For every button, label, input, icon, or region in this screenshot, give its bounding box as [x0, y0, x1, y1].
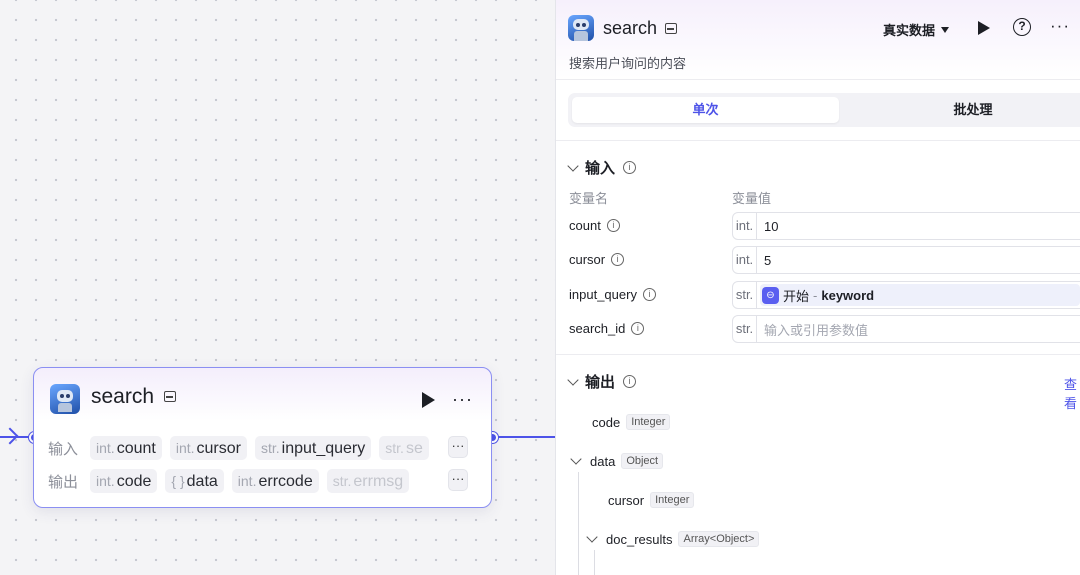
info-icon: i [623, 375, 637, 388]
output-section-title: 输出 [585, 374, 616, 391]
input-chip-count: int. count [90, 436, 162, 460]
inputs-more-button[interactable]: ··· [448, 436, 468, 458]
panel-more-button[interactable]: ··· [1050, 16, 1070, 36]
ref-source: 开始 [783, 288, 810, 304]
search-id-placeholder: 输入或引用参数值 [764, 322, 869, 338]
mode-tabs: 单次 批处理 [568, 93, 1080, 127]
column-header-value: 变量值 [732, 191, 772, 206]
cursor-input[interactable]: int. 5 [732, 246, 1080, 274]
start-node-icon: ⊖ [762, 286, 779, 304]
panel-header: search 搜索用户询问的内容 真实数据 ? ··· [556, 0, 1080, 80]
type-badge: Integer [650, 492, 695, 508]
output-section-toggle[interactable]: 输出 i [567, 371, 637, 392]
output-chip-errmsg: str. errmsg [326, 469, 410, 493]
outgoing-edge [494, 436, 556, 438]
output-chip-code: int. code [90, 469, 158, 493]
data-mode-select[interactable]: 真实数据 [883, 20, 950, 39]
cursor-value: 5 [764, 252, 772, 268]
tab-single[interactable]: 单次 [572, 97, 839, 123]
chevron-down-icon [567, 373, 579, 386]
type-tag: int. [733, 247, 757, 273]
type-badge: Integer [626, 414, 671, 430]
input-section-title: 输入 [585, 160, 616, 177]
caret-down-icon [941, 26, 950, 33]
inputs-label: 输入 [48, 440, 79, 458]
tree-guide-line [594, 550, 595, 575]
chevron-down-icon [567, 159, 579, 172]
input-chip-input-query: str. input_query [254, 436, 372, 460]
node-outputs-row: 输出 int. code { } data int. errcode str. errm… [48, 469, 410, 493]
incoming-edge-arrow [1, 427, 19, 445]
type-tag: str. [733, 282, 757, 308]
type-badge: Object [621, 453, 664, 469]
count-value: 10 [764, 218, 779, 234]
type-tag: str. [733, 316, 757, 342]
node-run-button[interactable] [422, 392, 435, 408]
input-chip-cursor: int. cursor [169, 436, 247, 460]
node-title: search [91, 385, 155, 408]
info-icon: i [623, 161, 637, 174]
ref-key: keyword [821, 287, 875, 303]
variable-label-search-id: search_id i [569, 321, 645, 336]
outputs-more-button[interactable]: ··· [448, 469, 468, 491]
node-more-button[interactable]: ··· [452, 389, 473, 410]
robot-avatar-icon [50, 384, 80, 414]
tree-guide-line [578, 472, 579, 575]
count-input[interactable]: int. 10 [732, 212, 1080, 240]
chevron-down-icon [586, 531, 598, 543]
node-test-panel: search 搜索用户询问的内容 真实数据 ? ··· 单次 批处理 输入 i … [555, 0, 1080, 575]
output-field-doc-results[interactable]: doc_results Array<Object> [586, 531, 760, 547]
type-tag: int. [733, 213, 757, 239]
output-chip-errcode: int. errcode [231, 469, 319, 493]
panel-title: search [603, 18, 658, 38]
view-link[interactable]: 查看 [1064, 374, 1080, 412]
output-field-cursor: cursor Integer [608, 492, 695, 508]
type-badge: Array<Object> [678, 531, 760, 547]
search-id-input[interactable]: str. 输入或引用参数值 [732, 315, 1080, 343]
node-inputs-row: 输入 int. count int. cursor str. input_query … [48, 436, 429, 460]
tab-batch[interactable]: 批处理 [843, 97, 1080, 123]
search-node[interactable]: search ··· 输入 int. count int. cursor str. i… [33, 367, 492, 508]
plugin-badge-icon [665, 23, 677, 34]
output-field-code: code Integer [592, 414, 671, 430]
run-button[interactable] [978, 21, 990, 35]
plugin-badge-icon [164, 391, 176, 402]
variable-label-cursor: cursor i [569, 252, 625, 267]
divider [556, 140, 1080, 141]
ref-separator: - [813, 287, 818, 303]
input-query-input[interactable]: str. ⊖ 开始 - keyword [732, 281, 1080, 309]
output-chip-data: { } data [165, 469, 224, 493]
divider [556, 354, 1080, 355]
info-icon: i [631, 322, 645, 335]
info-icon: i [611, 253, 625, 266]
variable-label-count: count i [569, 218, 620, 233]
input-section-toggle[interactable]: 输入 i [567, 157, 637, 178]
help-icon[interactable]: ? [1013, 18, 1031, 36]
output-field-data[interactable]: data Object [570, 453, 664, 469]
info-icon: i [642, 288, 656, 301]
reference-chip[interactable]: ⊖ 开始 - keyword [760, 284, 1080, 306]
data-mode-label: 真实数据 [883, 23, 936, 38]
column-header-name: 变量名 [569, 191, 609, 206]
variable-label-input-query: input_query i [569, 287, 656, 302]
chevron-down-icon [570, 453, 582, 465]
panel-description: 搜索用户询问的内容 [569, 56, 687, 71]
robot-avatar-icon [568, 15, 594, 41]
info-icon: i [606, 219, 620, 232]
outputs-label: 输出 [48, 473, 79, 491]
input-chip-search-id: str. se [379, 436, 429, 460]
